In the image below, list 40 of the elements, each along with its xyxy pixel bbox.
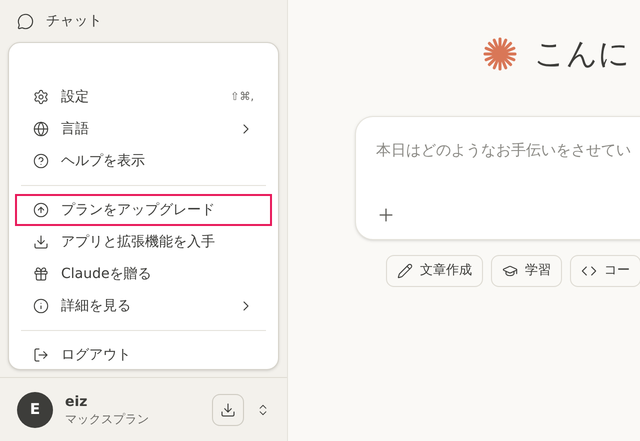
suggestion-chip[interactable]: 学習 (491, 255, 562, 287)
menu-item[interactable]: 言語 (15, 113, 272, 145)
avatar[interactable]: E (17, 392, 53, 428)
settings-icon (33, 89, 49, 105)
menu-item[interactable]: ヘルプを表示 (15, 145, 272, 177)
suggestion-chip[interactable]: 文章作成 (386, 255, 483, 287)
menu-item[interactable]: 設定 ⇧⌘, (15, 81, 272, 113)
gift-icon (33, 266, 49, 282)
user-name: eiz (65, 392, 88, 410)
menu-label: 設定 (61, 88, 90, 106)
menu-item[interactable]: プランをアップグレード (15, 194, 272, 226)
arrow-up-circle-icon (33, 202, 49, 218)
globe-icon (33, 121, 49, 137)
menu-item[interactable]: Claudeを贈る (15, 258, 272, 290)
menu-item[interactable]: アプリと拡張機能を入手 (15, 226, 272, 258)
menu-label: ヘルプを表示 (61, 152, 146, 170)
chat-icon (17, 12, 34, 30)
pencil-icon (397, 263, 413, 279)
chat-link[interactable]: チャット (46, 10, 102, 32)
menu-label: アプリと拡張機能を入手 (61, 232, 216, 252)
greeting-heading: こんに (534, 34, 630, 74)
info-icon (33, 298, 49, 314)
graduation-cap-icon (502, 263, 518, 279)
suggestion-chip[interactable]: コー (570, 255, 640, 287)
download-button[interactable] (212, 394, 244, 426)
help-icon (33, 153, 49, 169)
menu-label: ログアウト (61, 346, 132, 364)
download-icon (33, 234, 49, 250)
shortcut-label: ⇧⌘, (230, 88, 254, 105)
menu-item[interactable]: 詳細を見る (15, 290, 272, 322)
menu-label: Claudeを贈る (61, 264, 153, 284)
logout-icon (33, 347, 49, 363)
download-icon (220, 402, 236, 418)
menu-label: プランをアップグレード (61, 200, 216, 220)
menu-label: 詳細を見る (61, 296, 132, 316)
menu-item[interactable]: ログアウト (15, 339, 272, 371)
plan-label: マックスプラン (65, 410, 150, 426)
prompt-field[interactable]: 本日はどのようなお手伝いをさせてい (376, 139, 640, 162)
menu-label: 言語 (61, 120, 90, 138)
starburst-logo-icon (483, 37, 517, 71)
